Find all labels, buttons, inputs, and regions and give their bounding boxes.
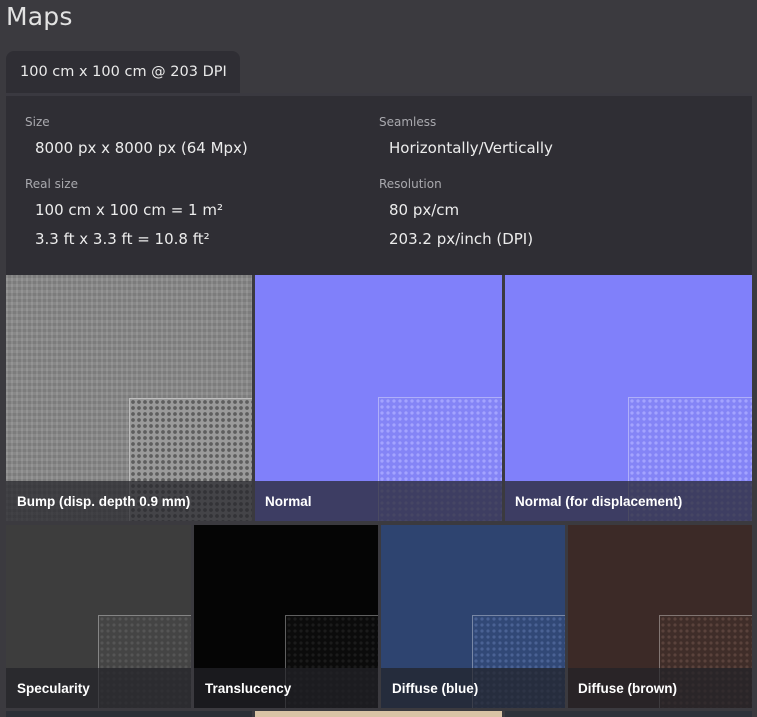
map-caption-normal-displacement: Normal (for displacement) (505, 481, 752, 521)
real-size-label: Real size (25, 177, 78, 191)
map-caption-normal: Normal (255, 481, 502, 521)
seamless-label: Seamless (379, 115, 437, 129)
map-caption-diffuse-blue: Diffuse (blue) (381, 668, 565, 708)
tab-size-100cm[interactable]: 100 cm x 100 cm @ 203 DPI (6, 51, 240, 93)
map-tile-bump[interactable]: Bump (disp. depth 0.9 mm) (6, 275, 252, 521)
map-tile-normal-displacement[interactable]: Normal (for displacement) (505, 275, 752, 521)
map-tile-partial-2[interactable] (255, 711, 502, 717)
map-caption-diffuse-brown: Diffuse (brown) (568, 668, 752, 708)
map-tile-translucency[interactable]: Translucency (194, 525, 378, 708)
map-caption-specularity: Specularity (6, 668, 191, 708)
map-tile-partial-1[interactable] (6, 711, 252, 717)
map-info-panel: Size 8000 px x 8000 px (64 Mpx) Seamless… (6, 93, 752, 275)
map-tile-diffuse-brown[interactable]: Diffuse (brown) (568, 525, 752, 708)
real-size-metric: 100 cm x 100 cm = 1 m² (35, 201, 223, 219)
resolution-label: Resolution (379, 177, 442, 191)
size-value: 8000 px x 8000 px (64 Mpx) (35, 139, 248, 157)
maps-title: Maps (6, 2, 73, 31)
seamless-value: Horizontally/Vertically (389, 139, 553, 157)
map-tile-normal[interactable]: Normal (255, 275, 502, 521)
map-caption-translucency: Translucency (194, 668, 378, 708)
map-tile-specularity[interactable]: Specularity (6, 525, 191, 708)
size-label: Size (25, 115, 50, 129)
resolution-dpi: 203.2 px/inch (DPI) (389, 230, 534, 248)
resolution-metric: 80 px/cm (389, 201, 460, 219)
map-tile-diffuse-blue[interactable]: Diffuse (blue) (381, 525, 565, 708)
real-size-imperial: 3.3 ft x 3.3 ft = 10.8 ft² (35, 230, 210, 248)
map-caption-bump: Bump (disp. depth 0.9 mm) (6, 481, 252, 521)
map-tile-partial-3[interactable] (505, 711, 752, 717)
